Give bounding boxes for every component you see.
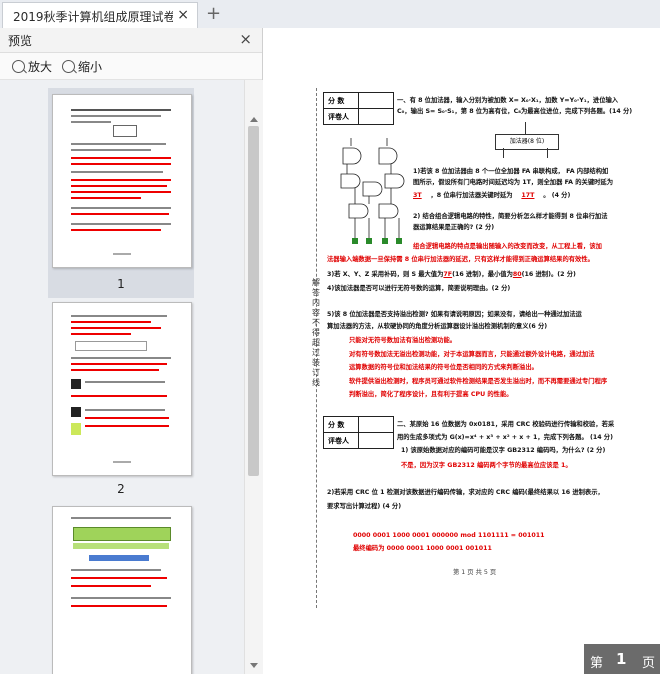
q1-p5a: 5)该 8 位加法器是否支持溢出检测? 如果有请说明原因；如果没有，请给出一种通…: [327, 311, 582, 318]
close-icon[interactable]: ×: [177, 7, 189, 23]
zoom-out-label: 缩小: [78, 60, 103, 74]
score-cell-2: [358, 416, 394, 433]
full-adder-diagram: [340, 138, 405, 244]
q1-answer-1: 3T: [413, 192, 422, 199]
preview-pane: 预览 × 放大 缩小 1 2: [0, 28, 263, 674]
thumbnail-label-1: 1: [117, 277, 125, 291]
preview-scrollbar[interactable]: [244, 80, 263, 674]
thumbnail-label-2: 2: [117, 482, 125, 496]
zoom-out-button[interactable]: 缩小: [62, 58, 102, 75]
scroll-down-icon[interactable]: [250, 663, 258, 668]
page-footer: 第 1 页 共 5 页: [453, 569, 497, 576]
q1-r5a: 只能对无符号数加法有溢出检测功能。: [349, 337, 457, 344]
q1-p4: 4)该加法器是否可以进行无符号数的运算，简要说明理由。(2 分): [327, 285, 511, 292]
tab-title[interactable]: 2019秋季计算机组成原理试卷A: [13, 8, 173, 25]
q1-title: 一、有 8 位加法器，输入分别为被加数 X= X₀·X₁，加数 Y=Y₀·Y₁，…: [397, 97, 619, 104]
document-view[interactable]: 解答内容不得超过装订线 分 数 评卷人 一、有 8 位加法器，输入分别为被加数 …: [263, 28, 660, 674]
q1-p3-line: 3)若 X、Y、Z 采用补码，则 S 最大值为7F(16 进制)，最小值为80(…: [327, 270, 576, 279]
zoom-in-icon: [12, 60, 25, 73]
score-table-1: 分 数 评卷人: [323, 92, 394, 125]
thumbnail-page-2[interactable]: [52, 302, 192, 476]
binding-line-text: 解答内容不得超过装订线: [312, 278, 320, 387]
q2-p1: 1) 该原始数据对应的编码可能是汉字 GB2312 编码吗，为什么? (2 分): [401, 447, 606, 454]
grader-cell-2: [358, 432, 394, 449]
q2-calc-2: 最终编码为 0000 0001 1000 0001 001011: [353, 545, 492, 552]
q1-answer-2: 17T: [521, 192, 535, 199]
score-label: 分 数: [323, 92, 359, 109]
q1-p1-line: 3T ，8 位串行加法器关键时延为 17T 。 (4 分): [413, 191, 570, 200]
grader-label-2: 评卷人: [323, 432, 359, 449]
thumbnail-page-1[interactable]: [52, 94, 192, 268]
preview-title: 预览: [8, 34, 33, 48]
q1-p1b: 图所示，假设所有门电路时间延迟均为 1T，则全加器 FA 的关键时延为: [413, 179, 614, 186]
page-indicator-number: 1: [616, 650, 627, 668]
preview-header: 预览 ×: [0, 28, 262, 53]
grader-label: 评卷人: [323, 108, 359, 125]
q1-p3: 3)若 X、Y、Z 采用补码，则 S 最大值为: [327, 271, 444, 278]
adder-s-line: [525, 122, 526, 134]
q1-title-2: C₀，输出 S= S₀·S₁，第 8 位为高有位，C₈为最高位进位，完成下列各题…: [397, 108, 633, 115]
q1-answer-3: 7F: [443, 271, 453, 278]
adder-x-line: [503, 148, 504, 158]
zoom-toolbar: 放大 缩小: [0, 53, 262, 80]
q1-p2a: 2) 结合组合逻辑电路的特性，简要分析怎么样才能得到 8 位串行加法: [413, 213, 608, 220]
thumbnail-page-3[interactable]: [52, 506, 192, 674]
preview-close-icon[interactable]: ×: [239, 30, 252, 48]
q1-p3c: (16 进制)。(2 分): [521, 271, 576, 278]
q2-p2a: 2)若采用 CRC 位 1 检测对该数据进行编码传输，求对应的 CRC 编码(最…: [327, 489, 604, 496]
tab-bar: 2019秋季计算机组成原理试卷A × +: [0, 0, 660, 29]
page-indicator-suffix: 页: [642, 656, 656, 671]
grader-cell: [358, 108, 394, 125]
q1-p1c: ，8 位串行加法器关键时延为: [430, 192, 513, 199]
q2-title-2: 用的生成多项式为 G(x)=x⁴ + x³ + x² + x + 1，完成下列各…: [397, 434, 613, 441]
thumbnail-list[interactable]: 1 2: [0, 80, 244, 674]
adder-y-line: [547, 148, 548, 158]
page-indicator-prefix: 第: [590, 656, 604, 671]
q2-r1: 不是，因为汉字 GB2312 编码两个字节的最高位应该是 1。: [401, 462, 572, 469]
scrollbar-thumb[interactable]: [248, 126, 259, 476]
q1-r5d: 软件提供溢出检测时，程序员可通过软件检测结果是否发生溢出时，而不再需要通过专门程…: [349, 378, 608, 385]
score-label-2: 分 数: [323, 416, 359, 433]
q1-r2a: 组合逻辑电路的特点是输出随输入的改变而改变，从工程上看，该加: [413, 243, 602, 250]
q1-r2b: 法器输入端数据一旦保持需 8 位串行加法器的延迟，只有这样才能得到正确运算结果的…: [327, 256, 594, 263]
score-table-2: 分 数 评卷人: [323, 416, 394, 449]
zoom-out-icon: [62, 60, 75, 73]
q1-p2b: 器运算结果是正确的? (2 分): [413, 224, 495, 231]
document-tab[interactable]: 2019秋季计算机组成原理试卷A ×: [2, 2, 198, 28]
q1-p3b: (16 进制)，最小值为: [452, 271, 513, 278]
page-indicator[interactable]: 第 1 页: [584, 644, 660, 674]
zoom-in-button[interactable]: 放大: [12, 58, 52, 75]
q1-p1d: 。 (4 分): [543, 192, 571, 199]
q1-p5b: 算加法器的方法，从软硬协同的角度分析运算器设计溢出检测机制的意义(6 分): [327, 323, 548, 330]
q1-answer-4: 80: [512, 271, 522, 278]
score-cell: [358, 92, 394, 109]
zoom-in-label: 放大: [28, 60, 53, 74]
q1-r5e: 判断溢出，简化了程序设计，且有利于提高 CPU 的性能。: [349, 391, 513, 398]
q2-title-1: 二、某原始 16 位数据为 0x0181，采用 CRC 校验码进行传输和校验，若…: [397, 421, 615, 428]
q2-p2b: 要求写出计算过程) (4 分): [327, 503, 402, 510]
new-tab-button[interactable]: +: [206, 3, 221, 24]
adder-box: 加法器(8 位): [495, 134, 559, 150]
q2-calc-1: 0000 0001 1000 0001 000000 mod 1101111 =…: [353, 532, 545, 539]
q1-r5c: 运算数据的符号位和加法结果的符号位是否相同的方式来判断溢出。: [349, 364, 538, 371]
q1-r5b: 对有符号数加法无溢出检测功能，对于本运算器而言，只能通过额外设计电路，通过加法: [349, 351, 595, 358]
q1-p1a: 1)若该 8 位加法器由 8 个一位全加器 FA 串联构成， FA 内部结构如: [413, 168, 609, 175]
scroll-up-icon[interactable]: [250, 117, 258, 122]
